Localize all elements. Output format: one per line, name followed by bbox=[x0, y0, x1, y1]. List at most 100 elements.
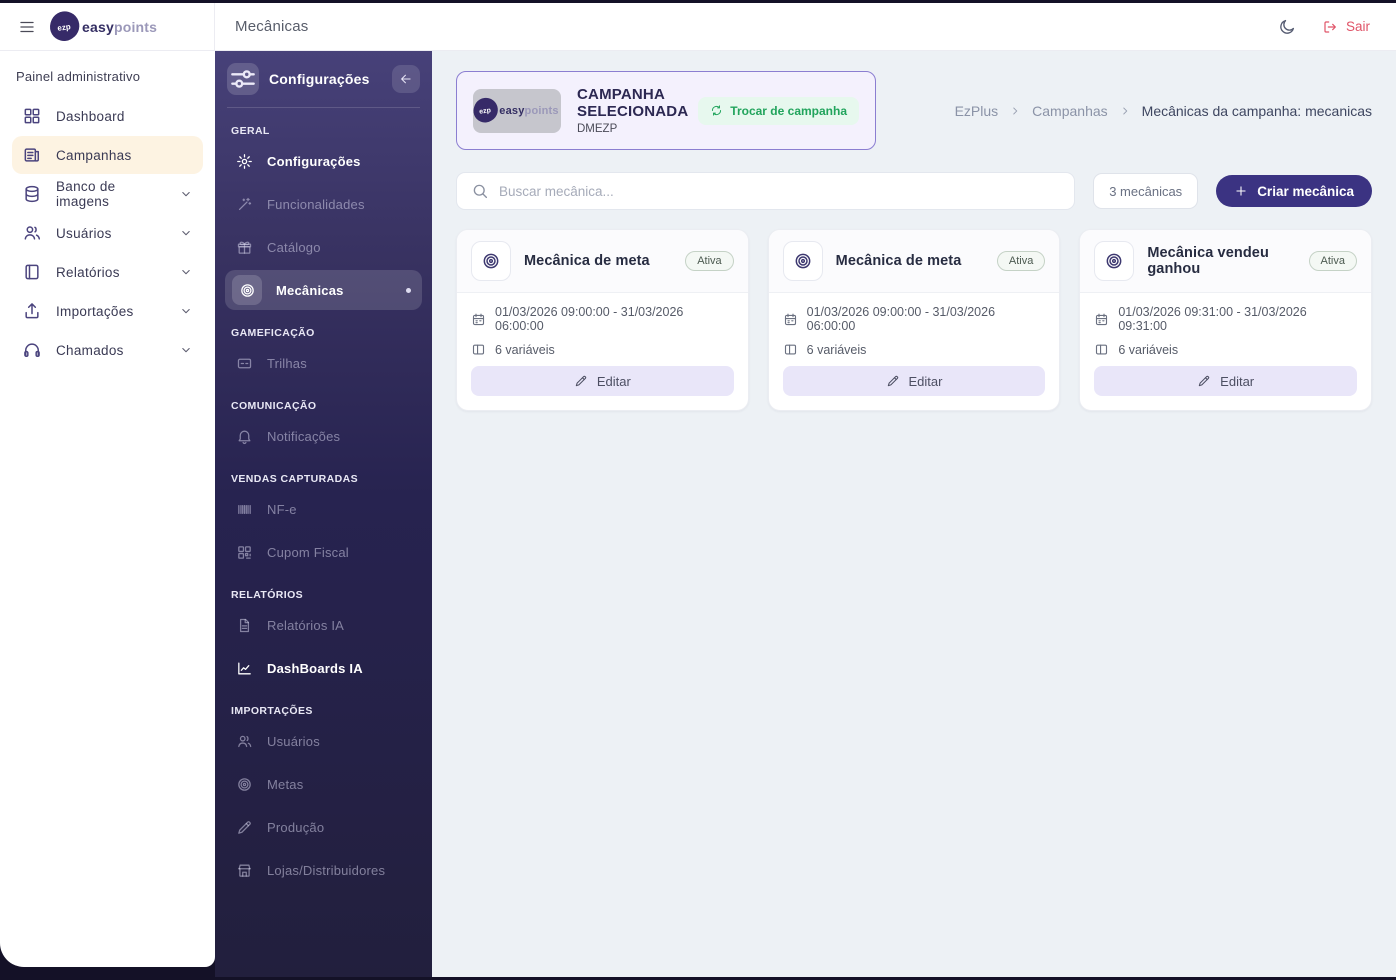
sliders-icon bbox=[227, 63, 259, 95]
settings-item-cupom-fiscal[interactable]: Cupom Fiscal bbox=[225, 532, 422, 572]
gear-icon bbox=[236, 153, 253, 170]
collapse-sidebar-button[interactable] bbox=[392, 65, 420, 93]
page-title: Mecânicas bbox=[235, 18, 309, 35]
settings-item-nf-e[interactable]: NF-e bbox=[225, 489, 422, 529]
status-badge: Ativa bbox=[685, 251, 734, 271]
settings-sidebar: Configurações GERAL Configurações Funciona… bbox=[215, 51, 432, 977]
moon-icon[interactable] bbox=[1278, 18, 1296, 36]
brand-mark-icon: ezp bbox=[473, 99, 497, 122]
columns-icon bbox=[471, 342, 486, 357]
settings-item-dashboards-ia[interactable]: DashBoards IA bbox=[225, 648, 422, 688]
brand-logo[interactable]: ezp easypoints bbox=[50, 12, 157, 41]
create-mechanic-button[interactable]: Criar mecânica bbox=[1216, 175, 1372, 207]
sidebar-item-importacoes[interactable]: Importações bbox=[12, 292, 203, 330]
settings-item-metas[interactable]: Metas bbox=[225, 764, 422, 804]
upload-icon bbox=[22, 301, 42, 321]
settings-item-catalogo[interactable]: Catálogo bbox=[225, 227, 422, 267]
settings-item-trilhas[interactable]: Trilhas bbox=[225, 343, 422, 383]
variables-row: 6 variáveis bbox=[471, 342, 734, 357]
settings-item-label: Lojas/Distribuidores bbox=[267, 862, 386, 878]
search-icon bbox=[471, 182, 489, 200]
target-icon bbox=[782, 241, 823, 281]
settings-item-producao[interactable]: Produção bbox=[225, 807, 422, 847]
section-label: COMUNICAÇÃO bbox=[231, 400, 317, 412]
settings-item-relatorios-ia[interactable]: Relatórios IA bbox=[225, 605, 422, 645]
section-label: VENDAS CAPTURADAS bbox=[231, 473, 358, 485]
selected-campaign-banner: ezp easypoints CAMPANHA SELECIONADA DMEZ… bbox=[456, 71, 876, 150]
users-icon bbox=[22, 223, 42, 243]
calendar-icon bbox=[1094, 312, 1109, 327]
mechanic-title: Mecânica de meta bbox=[835, 253, 962, 269]
settings-section-geral: GERAL Configurações Funcionalidades Catálog… bbox=[225, 125, 422, 310]
edit-button[interactable]: Editar bbox=[1094, 366, 1357, 396]
edit-button[interactable]: Editar bbox=[782, 366, 1046, 396]
mechanic-card-header: Mecânica de meta Ativa bbox=[768, 230, 1060, 293]
breadcrumb-item-ezplus[interactable]: EzPlus bbox=[955, 103, 999, 119]
hamburger-menu-icon[interactable] bbox=[18, 18, 36, 36]
body-row: Painel administrativo Dashboard Campanhas… bbox=[0, 51, 1396, 977]
sidebar-item-label: Campanhas bbox=[56, 147, 132, 163]
mechanic-card: Mecânica de meta Ativa 01/03/2026 09:00:00… bbox=[767, 229, 1061, 411]
sidebar-item-campanhas[interactable]: Campanhas bbox=[12, 136, 203, 174]
campaign-banner-title: CAMPANHA SELECIONADA bbox=[577, 86, 689, 120]
search-input[interactable] bbox=[499, 183, 1061, 199]
brand-mark-icon: ezp bbox=[50, 12, 78, 41]
admin-sidebar: Painel administrativo Dashboard Campanhas… bbox=[0, 51, 215, 967]
settings-item-configuracoes[interactable]: Configurações bbox=[225, 141, 422, 181]
settings-item-label: Cupom Fiscal bbox=[267, 544, 349, 560]
mechanic-card-body: 01/03/2026 09:31:00 - 31/03/2026 09:31:0… bbox=[1080, 293, 1371, 410]
logout-icon bbox=[1322, 19, 1338, 35]
plus-icon bbox=[1234, 184, 1248, 198]
settings-item-label: DashBoards IA bbox=[267, 660, 363, 676]
settings-item-lojas-distribuidores[interactable]: Lojas/Distribuidores bbox=[225, 850, 422, 890]
settings-item-label: Metas bbox=[267, 776, 304, 792]
sidebar-divider bbox=[227, 107, 420, 108]
campaign-banner-texts: CAMPANHA SELECIONADA DMEZP bbox=[577, 86, 689, 135]
settings-item-label: Relatórios IA bbox=[267, 617, 345, 633]
date-range: 01/03/2026 09:00:00 - 31/03/2026 06:00:0… bbox=[495, 305, 684, 333]
sidebar-item-usuarios[interactable]: Usuários bbox=[12, 214, 203, 252]
topbar-main: Mecânicas Sair bbox=[215, 3, 1396, 50]
settings-item-label: Configurações bbox=[267, 153, 361, 169]
sidebar-item-label: Importações bbox=[56, 303, 134, 319]
change-campaign-button[interactable]: Trocar de campanha bbox=[698, 96, 859, 125]
logout-button[interactable]: Sair bbox=[1322, 19, 1370, 35]
sidebar-item-banco-de-imagens[interactable]: Banco de imagens bbox=[12, 175, 203, 213]
settings-item-notificacoes[interactable]: Notificações bbox=[225, 416, 422, 456]
section-label: IMPORTAÇÕES bbox=[231, 705, 313, 717]
date-range: 01/03/2026 09:00:00 - 31/03/2026 06:00:0… bbox=[806, 305, 996, 333]
pencil-icon bbox=[236, 819, 253, 836]
section-label: RELATÓRIOS bbox=[231, 589, 304, 601]
database-icon bbox=[22, 184, 42, 204]
admin-sidebar-heading: Painel administrativo bbox=[16, 69, 141, 84]
mechanic-card-header: Mecânica de meta Ativa bbox=[457, 230, 748, 293]
breadcrumb-item-campanhas[interactable]: Campanhas bbox=[1032, 103, 1108, 119]
date-range-row: 01/03/2026 09:00:00 - 31/03/2026 06:00:0… bbox=[471, 305, 734, 333]
breadcrumb: EzPlus Campanhas Mecânicas da campanha: me… bbox=[955, 103, 1372, 119]
chevron-right-icon bbox=[1009, 105, 1021, 117]
sidebar-item-dashboard[interactable]: Dashboard bbox=[12, 97, 203, 135]
settings-section-relatorios: RELATÓRIOS Relatórios IA DashBoards IA bbox=[225, 589, 422, 688]
settings-item-usuarios[interactable]: Usuários bbox=[225, 721, 422, 761]
calendar-icon bbox=[471, 312, 486, 327]
pencil-icon bbox=[574, 374, 588, 388]
settings-item-label: Mecânicas bbox=[276, 282, 344, 298]
settings-item-mecanicas[interactable]: Mecânicas bbox=[225, 270, 422, 310]
sidebar-item-relatorios[interactable]: Relatórios bbox=[12, 253, 203, 291]
mechanic-card-header: Mecânica vendeu ganhou Ativa bbox=[1080, 230, 1371, 293]
mechanic-card: Mecânica de meta Ativa 01/03/2026 09:00:00… bbox=[456, 229, 749, 411]
wand-icon bbox=[236, 196, 253, 213]
sidebar-item-chamados[interactable]: Chamados bbox=[12, 331, 203, 369]
settings-item-label: Notificações bbox=[267, 428, 341, 444]
columns-icon bbox=[1094, 342, 1109, 357]
inner-sidebar-sections: GERAL Configurações Funcionalidades Catálog… bbox=[225, 125, 422, 890]
status-badge: Ativa bbox=[1308, 251, 1357, 271]
edit-button[interactable]: Editar bbox=[471, 366, 734, 396]
settings-section-importacoes: IMPORTAÇÕES Usuários Metas Produção Lojas/Di… bbox=[225, 705, 422, 890]
chevron-down-icon bbox=[179, 226, 193, 240]
chart-icon bbox=[236, 660, 253, 677]
settings-item-funcionalidades[interactable]: Funcionalidades bbox=[225, 184, 422, 224]
brand-wordmark: easypoints bbox=[499, 104, 559, 117]
file-icon bbox=[236, 617, 253, 634]
variables-row: 6 variáveis bbox=[783, 342, 1046, 357]
